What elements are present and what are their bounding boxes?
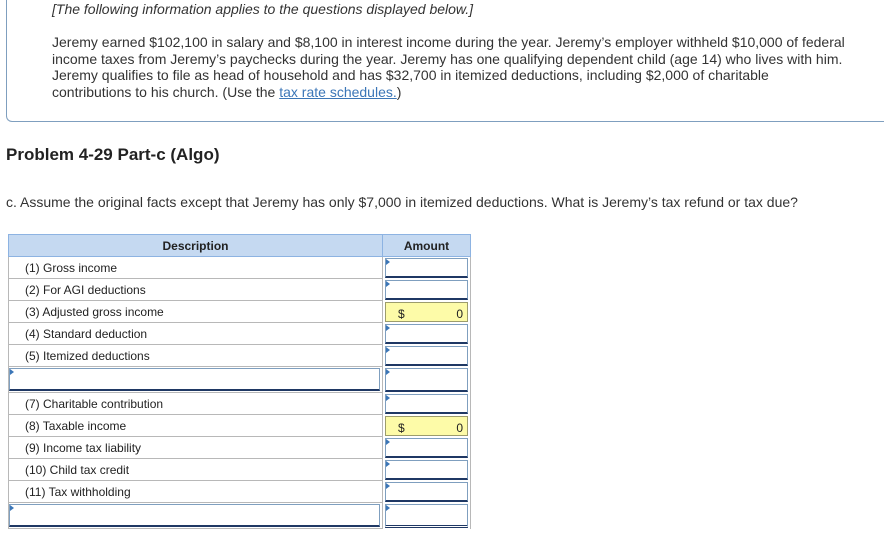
row-12-description-input[interactable] <box>9 504 380 527</box>
table-row: (10) Child tax credit <box>8 458 471 481</box>
table-row: (7) Charitable contribution <box>8 392 471 415</box>
standard-deduction-input[interactable] <box>385 323 468 344</box>
row-label: (1) Gross income <box>8 256 383 279</box>
row-label: (11) Tax withholding <box>8 480 383 503</box>
amount-cell <box>382 392 471 415</box>
input-marker-icon <box>386 324 390 331</box>
table-row: (2) For AGI deductions <box>8 278 471 301</box>
income-tax-liability-input[interactable] <box>385 437 468 458</box>
table-row: (11) Tax withholding <box>8 480 471 503</box>
child-tax-credit-input[interactable] <box>385 459 468 480</box>
input-marker-icon <box>386 438 390 445</box>
table-row <box>8 502 471 529</box>
description-header: Description <box>8 234 383 257</box>
row-6-description-input[interactable] <box>9 368 380 391</box>
table-row: (5) Itemized deductions <box>8 344 471 367</box>
for-agi-deductions-input[interactable] <box>385 279 468 300</box>
input-marker-icon <box>10 369 14 375</box>
tax-table: Description Amount (1) Gross income (2) … <box>8 234 471 529</box>
amount-cell <box>382 458 471 481</box>
row-label-cell <box>8 502 383 529</box>
amount-cell <box>382 256 471 279</box>
taxable-income-computed-field: $0 <box>385 415 468 436</box>
amount-cell <box>382 278 471 301</box>
amount-cell: $0 <box>382 414 471 437</box>
table-row: (3) Adjusted gross income $0 <box>8 300 471 323</box>
row-label: (9) Income tax liability <box>8 436 383 459</box>
row-label: (3) Adjusted gross income <box>8 300 383 323</box>
row-label: (10) Child tax credit <box>8 458 383 481</box>
charitable-contribution-input[interactable] <box>385 393 468 414</box>
tax-rate-schedules-link[interactable]: tax rate schedules. <box>279 84 397 100</box>
amount-header: Amount <box>382 234 471 257</box>
row-label: (4) Standard deduction <box>8 322 383 345</box>
row-label: (7) Charitable contribution <box>8 392 383 415</box>
computed-value: 0 <box>456 420 463 435</box>
input-marker-icon <box>386 394 390 401</box>
row-label: (8) Taxable income <box>8 414 383 437</box>
amount-cell <box>382 344 471 367</box>
input-marker-icon <box>386 346 390 353</box>
input-marker-icon <box>386 460 390 467</box>
table-row: (8) Taxable income $0 <box>8 414 471 437</box>
table-row: (4) Standard deduction <box>8 322 471 345</box>
input-marker-icon <box>386 504 390 511</box>
row-12-amount-input[interactable] <box>385 503 468 528</box>
dollar-sign: $ <box>398 420 405 435</box>
table-row: (9) Income tax liability <box>8 436 471 459</box>
info-text-body: Jeremy earned $102,100 in salary and $8,… <box>52 34 845 100</box>
computed-value: 0 <box>456 306 463 321</box>
input-marker-icon <box>386 368 390 375</box>
amount-cell: $0 <box>382 300 471 323</box>
input-marker-icon <box>386 259 390 265</box>
input-marker-icon <box>386 482 390 489</box>
question-text: c. Assume the original facts except that… <box>6 194 798 210</box>
info-text-end: ) <box>396 83 402 100</box>
amount-cell <box>382 322 471 345</box>
row-label: (2) For AGI deductions <box>8 278 383 301</box>
input-marker-icon <box>10 505 14 511</box>
row-label: (5) Itemized deductions <box>8 344 383 367</box>
row-6-amount-input[interactable] <box>385 367 468 392</box>
row-label-cell <box>8 366 383 393</box>
amount-cell <box>382 502 471 529</box>
dollar-sign: $ <box>398 306 405 321</box>
table-row: (1) Gross income <box>8 256 471 279</box>
itemized-deductions-input[interactable] <box>385 345 468 366</box>
info-heading: [The following information applies to th… <box>52 1 474 17</box>
agi-computed-field: $0 <box>385 301 468 322</box>
amount-cell <box>382 436 471 459</box>
gross-income-input[interactable] <box>385 258 468 278</box>
problem-title: Problem 4-29 Part-c (Algo) <box>6 145 220 164</box>
amount-cell <box>382 480 471 503</box>
tax-withholding-input[interactable] <box>385 481 468 502</box>
table-row <box>8 366 471 393</box>
amount-cell <box>382 366 471 393</box>
info-box: [The following information applies to th… <box>6 0 884 122</box>
input-marker-icon <box>386 280 390 287</box>
info-text: Jeremy earned $102,100 in salary and $8,… <box>52 34 852 100</box>
